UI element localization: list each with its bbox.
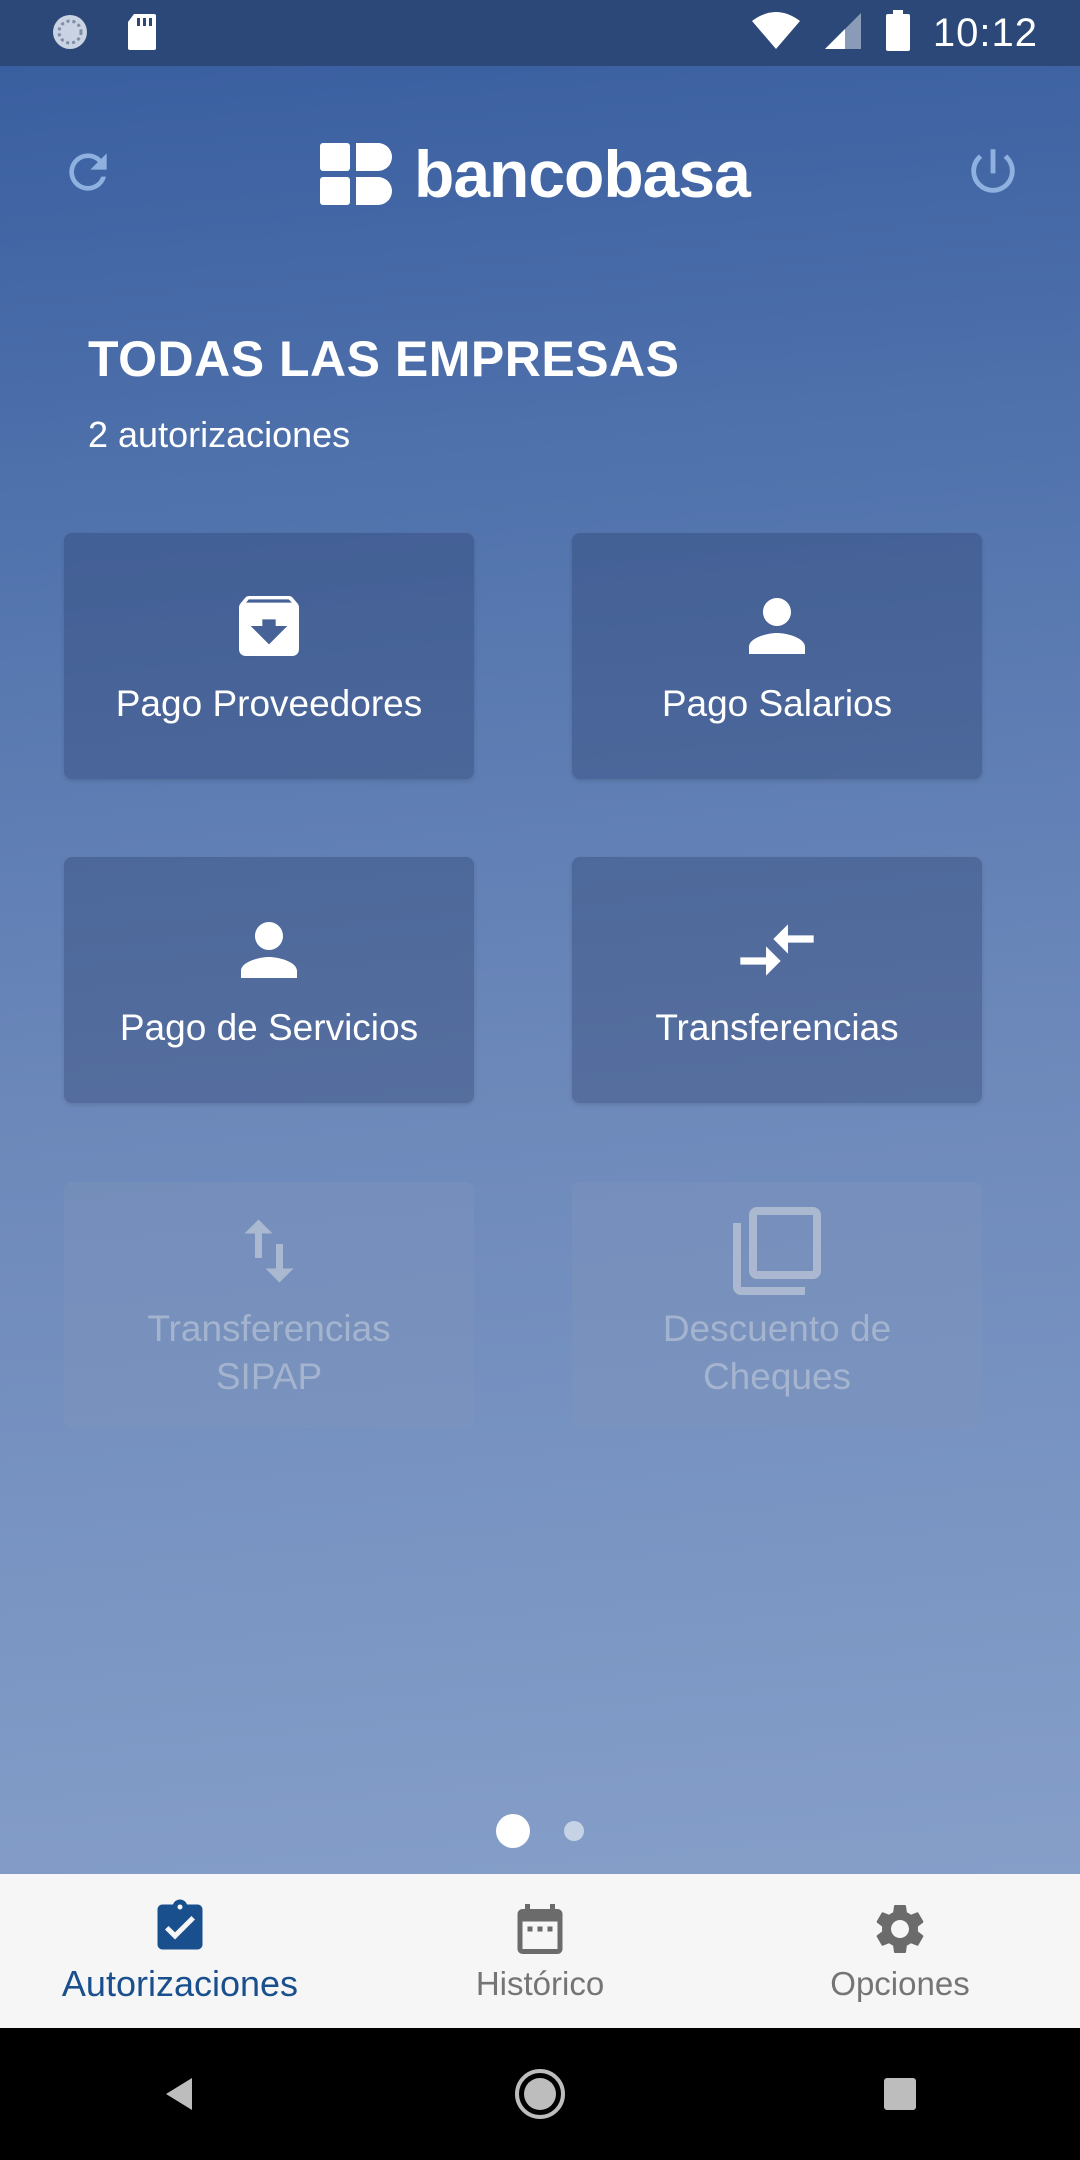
tile-pago-proveedores[interactable]: Pago Proveedores [64,533,474,779]
archive-icon [239,596,299,656]
person-icon [241,922,297,978]
page-dot-1[interactable] [496,1814,530,1848]
clipboard-check-icon [157,1899,203,1950]
tile-label: Pago de Servicios [119,1007,419,1048]
recents-square-icon [884,2078,916,2110]
nav-label: Opciones [830,1965,970,2002]
power-icon [971,149,1015,193]
swap-vert-icon [244,1219,294,1283]
nav-autorizaciones[interactable]: Autorizaciones [0,1874,360,2028]
bank-logo: bancobasa [320,136,751,212]
sd-card-icon [126,12,158,57]
tile-label: Transferencias [655,1007,899,1048]
status-bar: 10:12 [0,0,1080,66]
main-content: bancobasa TODAS LAS EMPRESAS 2 autorizac… [0,66,1080,1874]
app-header: bancobasa [0,66,1080,276]
tile-label: Transferencias SIPAP [147,1308,391,1397]
nav-opciones[interactable]: Opciones [720,1874,1080,2028]
tile-label: Pago Salarios [661,683,893,724]
home-button[interactable] [500,2054,580,2134]
signal-icon [823,11,863,56]
system-navigation-bar [0,2028,1080,2160]
tile-transferencias[interactable]: Transferencias [572,857,982,1103]
sync-icon [50,12,90,57]
home-circle-icon [515,2069,565,2119]
tile-pago-servicios[interactable]: Pago de Servicios [64,857,474,1103]
logo-text: bancobasa [414,137,751,211]
refresh-button[interactable] [60,144,116,200]
wifi-icon [751,11,801,56]
nav-label: Autorizaciones [61,1963,299,2004]
logout-button[interactable] [964,142,1022,200]
bb-logo-icon [320,143,392,205]
tile-pago-salarios[interactable]: Pago Salarios [572,533,982,779]
nav-historico[interactable]: Histórico [360,1874,720,2028]
tile-label: Descuento de Cheques [662,1308,892,1397]
nav-label: Histórico [475,1965,605,2002]
back-button[interactable] [140,2054,220,2134]
tile-descuento-cheques: Descuento de Cheques [572,1182,982,1428]
page-indicator [0,1814,1080,1848]
bottom-navigation: Autorizaciones Histórico Opciones [0,1874,1080,2028]
back-triangle-icon [166,2078,192,2110]
calendar-icon [517,1904,563,1954]
tile-transferencias-sipap: Transferencias SIPAP [64,1182,474,1428]
gear-icon [876,1904,924,1953]
page-title: TODAS LAS EMPRESAS [88,331,680,387]
person-icon [749,598,805,654]
recents-button[interactable] [860,2054,940,2134]
status-time: 10:12 [932,11,1038,55]
compare-arrows-icon [740,924,814,976]
tile-label: Pago Proveedores [115,683,423,724]
page-dot-2[interactable] [564,1821,584,1841]
authorization-count: 2 autorizaciones [88,414,351,455]
battery-icon [885,10,911,57]
refresh-icon [69,153,107,191]
copy-icon [733,1207,821,1295]
